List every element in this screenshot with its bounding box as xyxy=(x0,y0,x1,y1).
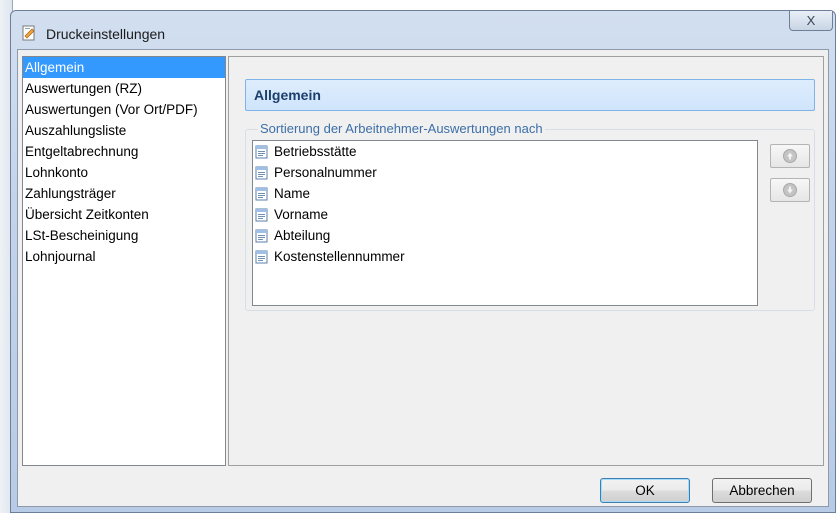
cancel-button[interactable]: Abbrechen xyxy=(712,478,812,503)
nav-item[interactable]: LSt-Bescheinigung xyxy=(23,225,225,246)
document-icon xyxy=(255,229,268,242)
list-item[interactable]: Personalnummer xyxy=(253,162,757,183)
list-item-label: Name xyxy=(274,186,311,201)
section-title: Allgemein xyxy=(254,87,321,103)
ok-button-label: OK xyxy=(635,483,655,498)
list-item-label: Abteilung xyxy=(274,228,331,243)
sort-order-group: Sortierung der Arbeitnehmer-Auswertungen… xyxy=(245,121,815,311)
nav-item[interactable]: Zahlungsträger xyxy=(23,183,225,204)
arrow-up-icon xyxy=(783,149,797,163)
list-item[interactable]: Abteilung xyxy=(253,225,757,246)
title-bar[interactable]: Druckeinstellungen X xyxy=(11,11,835,49)
nav-item[interactable]: Lohnkonto xyxy=(23,162,225,183)
app-icon xyxy=(22,25,35,41)
document-icon xyxy=(255,187,268,200)
list-item[interactable]: Vorname xyxy=(253,204,757,225)
document-icon xyxy=(255,145,268,158)
cancel-button-label: Abbrechen xyxy=(729,483,795,498)
list-item-label: Vorname xyxy=(274,207,329,222)
list-item[interactable]: Name xyxy=(253,183,757,204)
arrow-down-icon xyxy=(783,183,797,197)
list-item-label: Kostenstellennummer xyxy=(274,249,405,264)
nav-item[interactable]: Übersicht Zeitkonten xyxy=(23,204,225,225)
document-icon xyxy=(255,166,268,179)
document-icon xyxy=(255,208,268,221)
list-item[interactable]: Kostenstellennummer xyxy=(253,246,757,267)
list-item-label: Betriebsstätte xyxy=(274,144,357,159)
list-item-label: Personalnummer xyxy=(274,165,377,180)
nav-item[interactable]: Entgeltabrechnung xyxy=(23,141,225,162)
nav-item[interactable]: Allgemein xyxy=(23,57,225,78)
nav-item[interactable]: Auszahlungsliste xyxy=(23,120,225,141)
move-up-button[interactable] xyxy=(770,144,810,168)
close-button[interactable]: X xyxy=(789,11,833,31)
document-icon xyxy=(255,250,268,263)
settings-category-list[interactable]: Allgemein Auswertungen (RZ) Auswertungen (… xyxy=(22,56,226,466)
sort-order-list[interactable]: Betriebsstätte Personalnummer Name Vorname A… xyxy=(252,140,758,306)
nav-item[interactable]: Auswertungen (RZ) xyxy=(23,78,225,99)
dialog-client-area: Allgemein Auswertungen (RZ) Auswertungen (… xyxy=(17,49,829,507)
sort-order-group-label: Sortierung der Arbeitnehmer-Auswertungen… xyxy=(258,121,545,136)
section-header: Allgemein xyxy=(245,79,815,111)
nav-item[interactable]: Auswertungen (Vor Ort/PDF) xyxy=(23,99,225,120)
move-down-button[interactable] xyxy=(770,178,810,202)
settings-content-panel: Allgemein Sortierung der Arbeitnehmer-Au… xyxy=(228,56,824,466)
close-icon: X xyxy=(806,13,816,28)
window-title: Druckeinstellungen xyxy=(46,26,166,42)
dialog-footer: OK Abbrechen xyxy=(18,468,828,508)
ok-button[interactable]: OK xyxy=(600,478,690,503)
nav-item[interactable]: Lohnjournal xyxy=(23,246,225,267)
print-settings-dialog: Druckeinstellungen X Allgemein Auswertung… xyxy=(10,10,836,513)
list-item[interactable]: Betriebsstätte xyxy=(253,141,757,162)
